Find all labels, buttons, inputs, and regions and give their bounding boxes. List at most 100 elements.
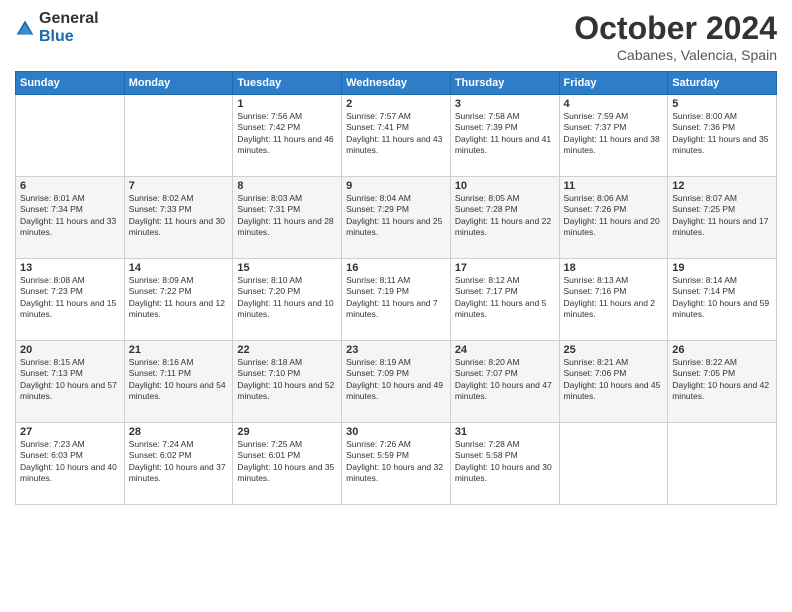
col-wednesday: Wednesday — [342, 72, 451, 95]
logo-text: General Blue — [39, 10, 99, 45]
cell-0-6: 5Sunrise: 8:00 AMSunset: 7:36 PMDaylight… — [668, 95, 777, 177]
cell-1-5: 11Sunrise: 8:06 AMSunset: 7:26 PMDayligh… — [559, 177, 668, 259]
col-monday: Monday — [124, 72, 233, 95]
cell-4-0: 27Sunrise: 7:23 AMSunset: 6:03 PMDayligh… — [16, 423, 125, 505]
day-number: 29 — [237, 426, 337, 438]
day-number: 24 — [455, 344, 555, 356]
day-info: Sunrise: 7:24 AMSunset: 6:02 PMDaylight:… — [129, 439, 229, 485]
day-info: Sunrise: 8:03 AMSunset: 7:31 PMDaylight:… — [237, 193, 337, 239]
cell-4-4: 31Sunrise: 7:28 AMSunset: 5:58 PMDayligh… — [450, 423, 559, 505]
day-info: Sunrise: 7:28 AMSunset: 5:58 PMDaylight:… — [455, 439, 555, 485]
day-number: 11 — [564, 180, 664, 192]
day-number: 25 — [564, 344, 664, 356]
day-number: 7 — [129, 180, 229, 192]
cell-2-2: 15Sunrise: 8:10 AMSunset: 7:20 PMDayligh… — [233, 259, 342, 341]
day-number: 18 — [564, 262, 664, 274]
cell-1-4: 10Sunrise: 8:05 AMSunset: 7:28 PMDayligh… — [450, 177, 559, 259]
day-info: Sunrise: 8:05 AMSunset: 7:28 PMDaylight:… — [455, 193, 555, 239]
day-info: Sunrise: 8:07 AMSunset: 7:25 PMDaylight:… — [672, 193, 772, 239]
header: General Blue October 2024 Cabanes, Valen… — [15, 10, 777, 63]
day-number: 27 — [20, 426, 120, 438]
cell-2-0: 13Sunrise: 8:08 AMSunset: 7:23 PMDayligh… — [16, 259, 125, 341]
day-info: Sunrise: 8:09 AMSunset: 7:22 PMDaylight:… — [129, 275, 229, 321]
cell-1-1: 7Sunrise: 8:02 AMSunset: 7:33 PMDaylight… — [124, 177, 233, 259]
day-info: Sunrise: 8:10 AMSunset: 7:20 PMDaylight:… — [237, 275, 337, 321]
day-number: 6 — [20, 180, 120, 192]
title-block: October 2024 Cabanes, Valencia, Spain — [574, 10, 777, 63]
day-number: 9 — [346, 180, 446, 192]
col-thursday: Thursday — [450, 72, 559, 95]
day-info: Sunrise: 8:21 AMSunset: 7:06 PMDaylight:… — [564, 357, 664, 403]
day-info: Sunrise: 7:23 AMSunset: 6:03 PMDaylight:… — [20, 439, 120, 485]
day-number: 5 — [672, 98, 772, 110]
day-number: 21 — [129, 344, 229, 356]
day-info: Sunrise: 8:00 AMSunset: 7:36 PMDaylight:… — [672, 111, 772, 157]
day-info: Sunrise: 8:02 AMSunset: 7:33 PMDaylight:… — [129, 193, 229, 239]
day-info: Sunrise: 8:22 AMSunset: 7:05 PMDaylight:… — [672, 357, 772, 403]
day-number: 26 — [672, 344, 772, 356]
day-info: Sunrise: 7:57 AMSunset: 7:41 PMDaylight:… — [346, 111, 446, 157]
cell-4-1: 28Sunrise: 7:24 AMSunset: 6:02 PMDayligh… — [124, 423, 233, 505]
cell-3-0: 20Sunrise: 8:15 AMSunset: 7:13 PMDayligh… — [16, 341, 125, 423]
cell-4-2: 29Sunrise: 7:25 AMSunset: 6:01 PMDayligh… — [233, 423, 342, 505]
day-info: Sunrise: 7:56 AMSunset: 7:42 PMDaylight:… — [237, 111, 337, 157]
cell-3-2: 22Sunrise: 8:18 AMSunset: 7:10 PMDayligh… — [233, 341, 342, 423]
week-row-3: 20Sunrise: 8:15 AMSunset: 7:13 PMDayligh… — [16, 341, 777, 423]
day-info: Sunrise: 8:06 AMSunset: 7:26 PMDaylight:… — [564, 193, 664, 239]
cell-1-0: 6Sunrise: 8:01 AMSunset: 7:34 PMDaylight… — [16, 177, 125, 259]
day-info: Sunrise: 8:01 AMSunset: 7:34 PMDaylight:… — [20, 193, 120, 239]
day-number: 1 — [237, 98, 337, 110]
col-tuesday: Tuesday — [233, 72, 342, 95]
day-number: 16 — [346, 262, 446, 274]
cell-4-5 — [559, 423, 668, 505]
day-number: 17 — [455, 262, 555, 274]
day-info: Sunrise: 8:15 AMSunset: 7:13 PMDaylight:… — [20, 357, 120, 403]
day-info: Sunrise: 8:18 AMSunset: 7:10 PMDaylight:… — [237, 357, 337, 403]
day-number: 13 — [20, 262, 120, 274]
calendar-table: Sunday Monday Tuesday Wednesday Thursday… — [15, 71, 777, 505]
day-number: 2 — [346, 98, 446, 110]
day-number: 15 — [237, 262, 337, 274]
day-info: Sunrise: 8:16 AMSunset: 7:11 PMDaylight:… — [129, 357, 229, 403]
day-number: 23 — [346, 344, 446, 356]
day-number: 28 — [129, 426, 229, 438]
cell-3-4: 24Sunrise: 8:20 AMSunset: 7:07 PMDayligh… — [450, 341, 559, 423]
calendar-header-row: Sunday Monday Tuesday Wednesday Thursday… — [16, 72, 777, 95]
day-number: 31 — [455, 426, 555, 438]
day-info: Sunrise: 8:19 AMSunset: 7:09 PMDaylight:… — [346, 357, 446, 403]
month-title: October 2024 — [574, 10, 777, 47]
cell-3-3: 23Sunrise: 8:19 AMSunset: 7:09 PMDayligh… — [342, 341, 451, 423]
calendar-page: General Blue October 2024 Cabanes, Valen… — [0, 0, 792, 612]
cell-3-1: 21Sunrise: 8:16 AMSunset: 7:11 PMDayligh… — [124, 341, 233, 423]
day-info: Sunrise: 8:04 AMSunset: 7:29 PMDaylight:… — [346, 193, 446, 239]
cell-0-1 — [124, 95, 233, 177]
day-info: Sunrise: 7:59 AMSunset: 7:37 PMDaylight:… — [564, 111, 664, 157]
cell-2-5: 18Sunrise: 8:13 AMSunset: 7:16 PMDayligh… — [559, 259, 668, 341]
cell-0-0 — [16, 95, 125, 177]
cell-1-6: 12Sunrise: 8:07 AMSunset: 7:25 PMDayligh… — [668, 177, 777, 259]
cell-3-6: 26Sunrise: 8:22 AMSunset: 7:05 PMDayligh… — [668, 341, 777, 423]
col-saturday: Saturday — [668, 72, 777, 95]
logo-blue-text: Blue — [39, 28, 99, 46]
col-friday: Friday — [559, 72, 668, 95]
logo: General Blue — [15, 10, 99, 45]
cell-2-4: 17Sunrise: 8:12 AMSunset: 7:17 PMDayligh… — [450, 259, 559, 341]
day-number: 12 — [672, 180, 772, 192]
day-number: 10 — [455, 180, 555, 192]
day-number: 4 — [564, 98, 664, 110]
day-number: 22 — [237, 344, 337, 356]
day-info: Sunrise: 8:12 AMSunset: 7:17 PMDaylight:… — [455, 275, 555, 321]
day-number: 19 — [672, 262, 772, 274]
cell-0-5: 4Sunrise: 7:59 AMSunset: 7:37 PMDaylight… — [559, 95, 668, 177]
logo-general-text: General — [39, 10, 99, 28]
week-row-0: 1Sunrise: 7:56 AMSunset: 7:42 PMDaylight… — [16, 95, 777, 177]
cell-2-1: 14Sunrise: 8:09 AMSunset: 7:22 PMDayligh… — [124, 259, 233, 341]
cell-0-2: 1Sunrise: 7:56 AMSunset: 7:42 PMDaylight… — [233, 95, 342, 177]
week-row-1: 6Sunrise: 8:01 AMSunset: 7:34 PMDaylight… — [16, 177, 777, 259]
day-number: 3 — [455, 98, 555, 110]
day-info: Sunrise: 7:25 AMSunset: 6:01 PMDaylight:… — [237, 439, 337, 485]
cell-2-3: 16Sunrise: 8:11 AMSunset: 7:19 PMDayligh… — [342, 259, 451, 341]
day-info: Sunrise: 8:11 AMSunset: 7:19 PMDaylight:… — [346, 275, 446, 321]
day-info: Sunrise: 8:14 AMSunset: 7:14 PMDaylight:… — [672, 275, 772, 321]
cell-1-3: 9Sunrise: 8:04 AMSunset: 7:29 PMDaylight… — [342, 177, 451, 259]
